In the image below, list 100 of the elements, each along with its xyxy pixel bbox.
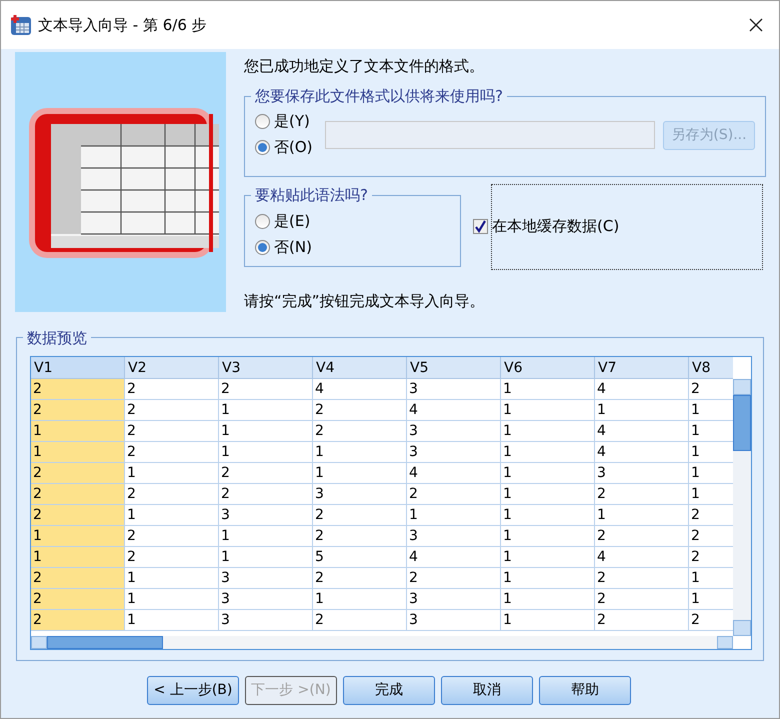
column-header[interactable]: V1 bbox=[31, 357, 125, 379]
table-cell: 1 bbox=[501, 610, 595, 631]
table-cell: 1 bbox=[501, 505, 595, 526]
table-cell: 2 bbox=[219, 379, 313, 400]
horizontal-scrollbar[interactable] bbox=[31, 636, 733, 649]
table-cell: 4 bbox=[407, 463, 501, 484]
table-cell: 2 bbox=[219, 484, 313, 505]
table-cell: 4 bbox=[595, 379, 689, 400]
close-icon[interactable] bbox=[748, 17, 764, 33]
radio-button[interactable] bbox=[255, 240, 270, 255]
table-cell: 2 bbox=[595, 568, 689, 589]
table-cell: 3 bbox=[219, 568, 313, 589]
table-cell: 2 bbox=[313, 568, 407, 589]
table-cell: 3 bbox=[219, 589, 313, 610]
table-cell: 2 bbox=[31, 589, 125, 610]
table-cell: 1 bbox=[407, 505, 501, 526]
table-cell: 5 bbox=[313, 547, 407, 568]
table-cell: 1 bbox=[313, 442, 407, 463]
table-cell: 1 bbox=[31, 421, 125, 442]
wizard-button[interactable]: 帮助 bbox=[539, 676, 631, 705]
table-cell: 1 bbox=[125, 505, 219, 526]
table-cell: 4 bbox=[595, 442, 689, 463]
checkbox-label: 在本地缓存数据(C) bbox=[492, 216, 620, 238]
table-cell: 1 bbox=[501, 379, 595, 400]
table-cell: 4 bbox=[407, 400, 501, 421]
column-header[interactable]: V2 bbox=[125, 357, 219, 379]
table-cell: 1 bbox=[125, 463, 219, 484]
app-icon bbox=[10, 14, 32, 36]
table-cell: 1 bbox=[125, 589, 219, 610]
table-cell: 1 bbox=[125, 568, 219, 589]
table-cell: 1 bbox=[31, 547, 125, 568]
wizard-button[interactable]: 完成 bbox=[343, 676, 435, 705]
checkbox[interactable] bbox=[473, 219, 488, 234]
radio-label: 否(N) bbox=[274, 237, 312, 258]
table-cell: 2 bbox=[595, 610, 689, 631]
table-cell: 2 bbox=[125, 442, 219, 463]
table-cell: 3 bbox=[407, 526, 501, 547]
table-cell: 3 bbox=[313, 484, 407, 505]
table-cell: 2 bbox=[313, 610, 407, 631]
column-header[interactable]: V4 bbox=[313, 357, 407, 379]
vertical-scrollbar[interactable] bbox=[733, 379, 751, 636]
table-cell: 3 bbox=[219, 610, 313, 631]
table-cell: 1 bbox=[31, 442, 125, 463]
table-cell: 2 bbox=[31, 379, 125, 400]
column-header[interactable]: V5 bbox=[407, 357, 501, 379]
table-cell: 1 bbox=[313, 463, 407, 484]
table-cell: 3 bbox=[407, 610, 501, 631]
table-cell: 2 bbox=[125, 484, 219, 505]
table-cell: 3 bbox=[219, 505, 313, 526]
wizard-button[interactable]: 取消 bbox=[441, 676, 533, 705]
table-cell: 2 bbox=[31, 400, 125, 421]
column-header[interactable]: V6 bbox=[501, 357, 595, 379]
table-cell: 2 bbox=[313, 400, 407, 421]
table-cell: 1 bbox=[595, 505, 689, 526]
table-cell: 1 bbox=[313, 589, 407, 610]
table-cell: 2 bbox=[125, 421, 219, 442]
table-cell: 2 bbox=[313, 505, 407, 526]
table-cell: 1 bbox=[501, 463, 595, 484]
table-cell: 3 bbox=[407, 379, 501, 400]
table-cell: 2 bbox=[125, 526, 219, 547]
radio-button[interactable] bbox=[255, 214, 270, 229]
wizard-button[interactable]: < 上一步(B) bbox=[147, 676, 239, 705]
table-cell: 2 bbox=[31, 505, 125, 526]
window-title: 文本导入向导 - 第 6/6 步 bbox=[38, 14, 207, 36]
table-cell: 1 bbox=[501, 442, 595, 463]
intro-text: 您已成功地定义了文本文件的格式。 bbox=[244, 56, 485, 77]
table-cell: 1 bbox=[219, 547, 313, 568]
table-cell: 2 bbox=[125, 379, 219, 400]
table-cell: 3 bbox=[407, 421, 501, 442]
table-cell: 1 bbox=[219, 526, 313, 547]
table-cell: 1 bbox=[125, 610, 219, 631]
table-cell: 2 bbox=[219, 463, 313, 484]
radio-button[interactable] bbox=[255, 140, 270, 155]
table-cell: 2 bbox=[31, 463, 125, 484]
finish-hint: 请按“完成”按钮完成文本导入向导。 bbox=[244, 290, 486, 312]
column-header[interactable]: V8 bbox=[689, 357, 733, 379]
radio-label: 是(E) bbox=[274, 211, 310, 232]
table-cell: 1 bbox=[219, 400, 313, 421]
table-cell: 3 bbox=[407, 589, 501, 610]
table-cell: 1 bbox=[31, 526, 125, 547]
table-cell: 1 bbox=[501, 526, 595, 547]
table-cell: 3 bbox=[407, 442, 501, 463]
table-cell: 3 bbox=[595, 463, 689, 484]
table-cell: 2 bbox=[31, 610, 125, 631]
table-cell: 2 bbox=[407, 568, 501, 589]
table-cell: 1 bbox=[501, 400, 595, 421]
table-cell: 2 bbox=[595, 526, 689, 547]
table-cell: 2 bbox=[313, 526, 407, 547]
table-cell: 2 bbox=[31, 484, 125, 505]
table-cell: 1 bbox=[219, 442, 313, 463]
table-cell: 1 bbox=[501, 589, 595, 610]
radio-button[interactable] bbox=[255, 114, 270, 129]
column-header[interactable]: V7 bbox=[595, 357, 689, 379]
table-cell: 2 bbox=[31, 568, 125, 589]
table-cell: 2 bbox=[125, 547, 219, 568]
table-cell: 1 bbox=[501, 568, 595, 589]
table-cell: 2 bbox=[595, 589, 689, 610]
column-header[interactable]: V3 bbox=[219, 357, 313, 379]
table-cell: 1 bbox=[595, 400, 689, 421]
table-cell: 4 bbox=[313, 379, 407, 400]
